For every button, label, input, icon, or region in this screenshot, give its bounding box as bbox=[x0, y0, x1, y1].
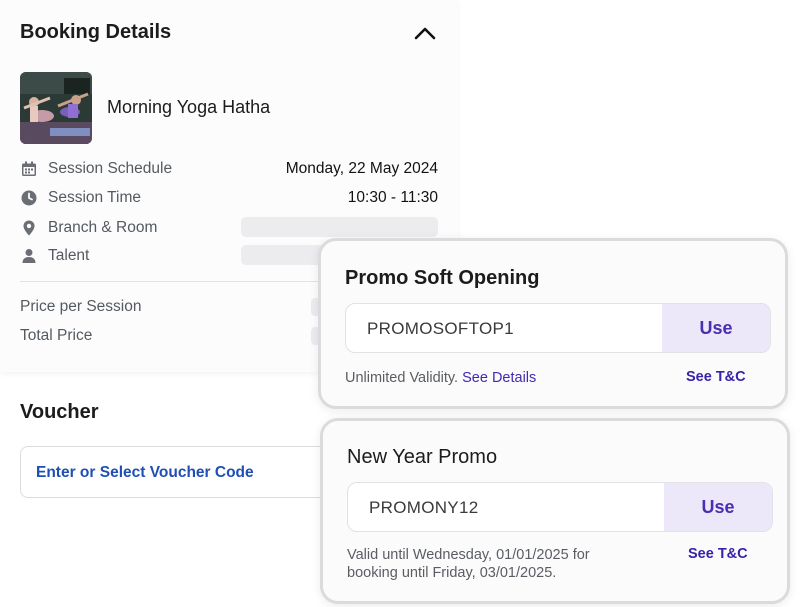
calendar-icon bbox=[22, 161, 36, 176]
promo-validity-line: Valid until Wednesday, 01/01/2025 for bbox=[347, 547, 590, 563]
session-schedule-row: Session Schedule Monday, 22 May 2024 bbox=[20, 158, 438, 180]
price-per-session-label: Price per Session bbox=[20, 298, 142, 315]
promo-card: New Year Promo PROMONY12 Use Valid until… bbox=[320, 418, 790, 604]
class-name: Morning Yoga Hatha bbox=[107, 97, 271, 117]
detail-label: Branch & Room bbox=[48, 219, 158, 236]
voucher-code-input[interactable]: Enter or Select Voucher Code bbox=[20, 446, 350, 498]
detail-label: Talent bbox=[48, 247, 90, 264]
see-tc-link[interactable]: See T&C bbox=[686, 369, 746, 385]
use-promo-button[interactable]: Use bbox=[664, 483, 772, 531]
promo-title: Promo Soft Opening bbox=[345, 267, 540, 289]
clock-icon bbox=[21, 190, 37, 206]
detail-label: Session Time bbox=[48, 189, 142, 206]
session-time-row: Session Time 10:30 - 11:30 bbox=[20, 187, 438, 209]
see-tc-link[interactable]: See T&C bbox=[688, 546, 748, 562]
detail-label: Session Schedule bbox=[48, 160, 173, 177]
promo-title: New Year Promo bbox=[347, 446, 498, 468]
see-details-link[interactable]: See Details bbox=[462, 370, 536, 386]
promo-code: PROMONY12 bbox=[369, 498, 479, 517]
voucher-title: Voucher bbox=[20, 401, 99, 423]
promo-code-box: PROMONY12 Use bbox=[347, 482, 773, 532]
promo-validity: Valid until Wednesday, 01/01/2025 for bo… bbox=[347, 546, 590, 582]
session-time-value: 10:30 - 11:30 bbox=[347, 189, 438, 206]
location-pin-icon bbox=[23, 220, 35, 236]
use-promo-button[interactable]: Use bbox=[662, 304, 770, 352]
promo-card: Promo Soft Opening PROMOSOFTOP1 Use Unli… bbox=[318, 238, 788, 409]
loading-placeholder bbox=[241, 217, 438, 237]
total-price-label: Total Price bbox=[20, 327, 93, 344]
branch-room-row: Branch & Room bbox=[20, 217, 438, 239]
promo-validity: Unlimited Validity. See Details bbox=[345, 369, 536, 387]
promo-code-box: PROMOSOFTOP1 Use bbox=[345, 303, 771, 353]
chevron-up-icon[interactable] bbox=[412, 24, 438, 42]
promo-validity-text: Unlimited Validity. bbox=[345, 370, 459, 386]
session-schedule-value: Monday, 22 May 2024 bbox=[285, 160, 438, 177]
promo-validity-line: booking until Friday, 03/01/2025. bbox=[347, 565, 557, 581]
voucher-input-text: Enter or Select Voucher Code bbox=[36, 464, 254, 481]
class-thumbnail bbox=[20, 72, 92, 144]
booking-details-title: Booking Details bbox=[20, 21, 172, 43]
promo-code: PROMOSOFTOP1 bbox=[367, 319, 514, 338]
person-icon bbox=[22, 249, 36, 263]
